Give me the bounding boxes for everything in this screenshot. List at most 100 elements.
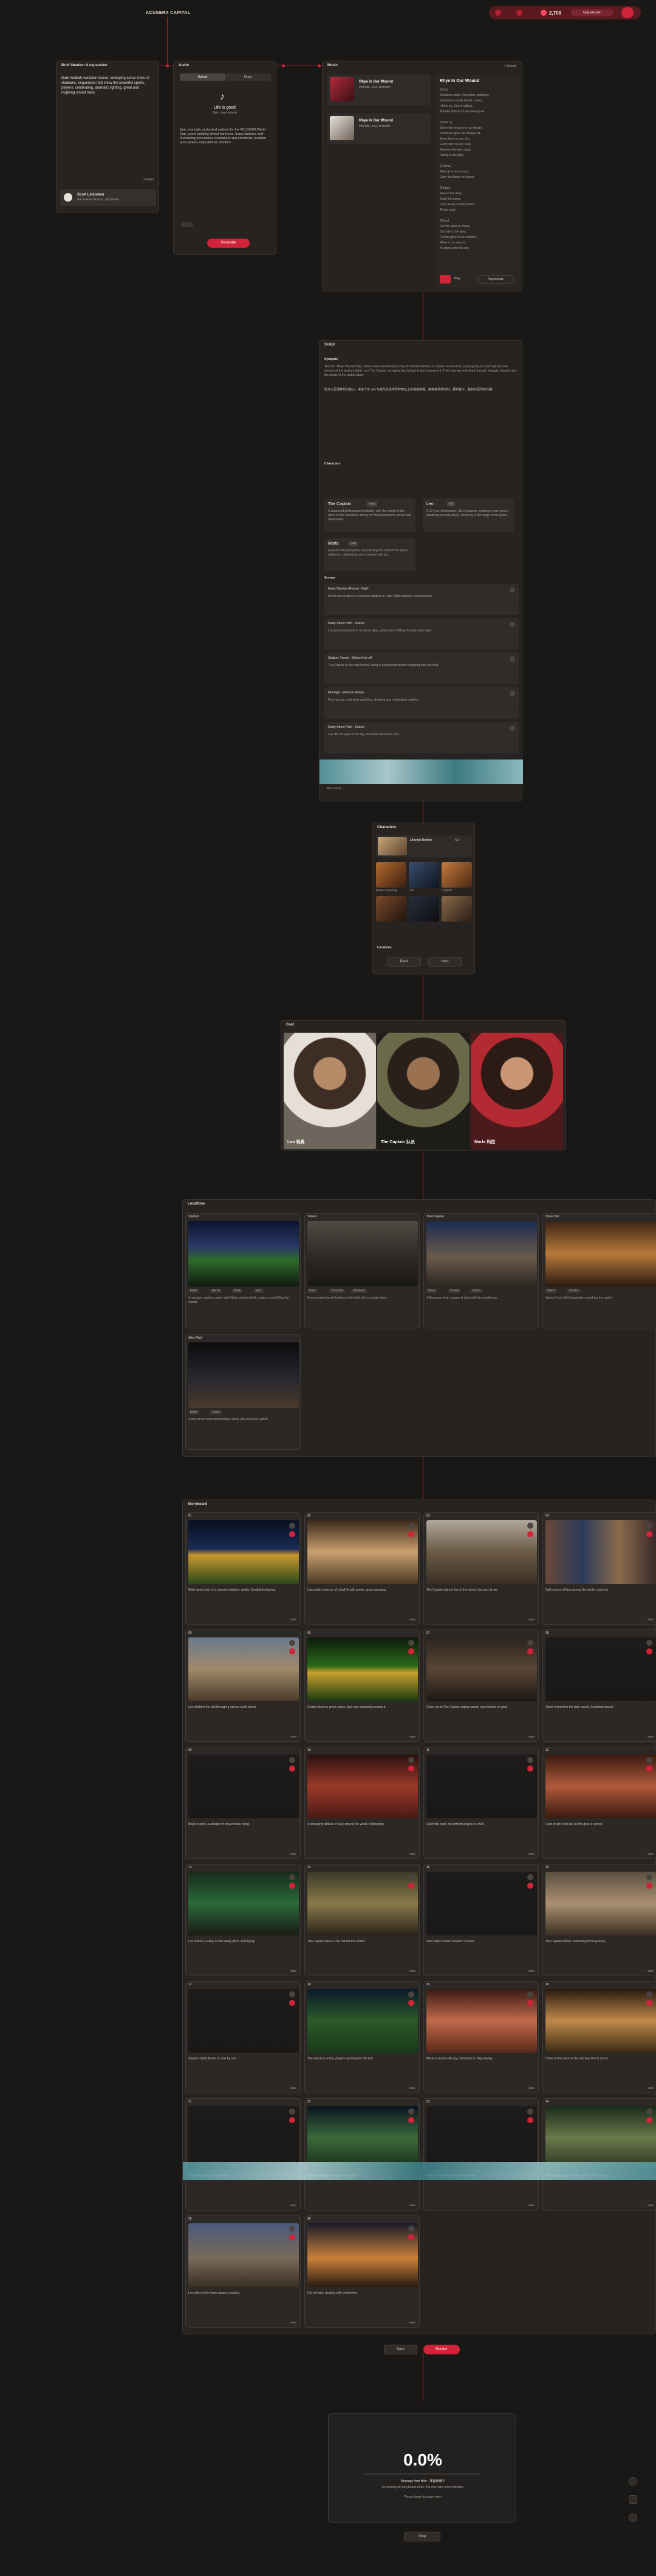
- more-icon[interactable]: [528, 2204, 535, 2206]
- more-icon[interactable]: [528, 1853, 535, 1855]
- shot-card[interactable]: 17 Stadium lights flicker on one by one.: [185, 1981, 301, 2093]
- record-icon[interactable]: [289, 2234, 295, 2240]
- character-card[interactable]: Leo Kid A 10-year-old dreamer, full of p…: [423, 498, 514, 532]
- storyboard-back-button[interactable]: Back: [384, 2345, 417, 2354]
- regenerate-icon[interactable]: [527, 1874, 533, 1880]
- record-icon[interactable]: [646, 1531, 652, 1537]
- character-grid-item[interactable]: [442, 896, 472, 922]
- record-icon[interactable]: [646, 1765, 652, 1772]
- synopsis-cn[interactable]: 影片以足球梦想为核心，讲述少年 Leo 与老队长在世界杯舞台上的情感旅程。两条故…: [324, 388, 518, 392]
- character-card[interactable]: The Captain Hero A seasoned professional…: [324, 498, 415, 532]
- shot-card[interactable]: 08 Silent moment in the dark tunnel, hear…: [542, 1630, 656, 1742]
- avatar[interactable]: [621, 7, 634, 18]
- regenerate-icon[interactable]: [289, 1640, 295, 1646]
- more-icon[interactable]: [409, 1619, 415, 1620]
- shot-card[interactable]: 25 Leo plays in the town square, inspired…: [185, 2215, 301, 2328]
- regenerate-icon[interactable]: [646, 1874, 652, 1880]
- shot-card[interactable]: 09 Black screen, a whisper of crowd noise…: [185, 1747, 301, 1859]
- regenerate-icon[interactable]: [408, 1757, 414, 1763]
- shot-card[interactable]: 02 Low angle close-up of a ball hit with …: [304, 1512, 420, 1625]
- shot-card[interactable]: 04 Split-screen of fans across the world,…: [542, 1512, 656, 1625]
- regenerate-icon[interactable]: [646, 1640, 652, 1646]
- cast-card-captain[interactable]: [377, 1033, 470, 1149]
- play-label[interactable]: Play: [454, 277, 460, 280]
- record-icon[interactable]: [289, 1531, 295, 1537]
- scene-item[interactable]: Grand Stadium Reveal - Night Aerial sweep…: [324, 583, 519, 615]
- stop-button[interactable]: Stop: [404, 2532, 440, 2541]
- shot-card[interactable]: 21Silence before the final whistle.: [185, 2098, 301, 2211]
- upgrade-plan-button[interactable]: Upgrade plan: [571, 9, 613, 16]
- regenerate-icon[interactable]: [646, 1991, 652, 1997]
- more-icon[interactable]: [528, 2087, 535, 2089]
- more-icon[interactable]: [409, 1970, 415, 1972]
- zoom-in-icon[interactable]: [629, 2477, 637, 2486]
- regenerate-icon[interactable]: [289, 1523, 295, 1529]
- record-icon[interactable]: [527, 2000, 533, 2006]
- fit-icon[interactable]: [629, 2495, 637, 2504]
- location-card[interactable]: Town Square Dusk Crowd Urban A European town…: [423, 1213, 539, 1328]
- brief-text[interactable]: Dark football invitation teaser, sweepin…: [61, 76, 152, 95]
- more-icon[interactable]: [290, 1736, 296, 1738]
- location-card[interactable]: Stadium Night Aerial Wide Epic A massive stad…: [185, 1213, 301, 1328]
- record-icon[interactable]: [289, 1648, 295, 1654]
- record-icon[interactable]: [527, 1765, 533, 1772]
- character-grid-item[interactable]: [409, 896, 439, 922]
- regenerate-icon[interactable]: [408, 2226, 414, 2232]
- record-icon[interactable]: [527, 1648, 533, 1654]
- location-card[interactable]: Alley Pitch Night Lamp A lone street lamp i…: [185, 1334, 301, 1450]
- record-icon[interactable]: [646, 1883, 652, 1889]
- synopsis-text[interactable]: The film "Rhye Wound" fully rooted in th…: [324, 365, 518, 378]
- regenerate-icon[interactable]: [527, 1757, 533, 1763]
- scene-add-icon[interactable]: [510, 691, 515, 696]
- location-card[interactable]: Tunnel Dark Concrete Dramatic Dim concrete t…: [304, 1213, 420, 1328]
- shot-card[interactable]: 12 Fans erupt in the bar as the goal is s…: [542, 1747, 656, 1859]
- character-card[interactable]: Marla Fan A passionate young fan, repres…: [324, 538, 415, 571]
- record-icon[interactable]: [408, 1531, 414, 1537]
- cast-card-leo[interactable]: [284, 1033, 376, 1149]
- more-icon[interactable]: [647, 2087, 654, 2089]
- regenerate-icon[interactable]: [646, 2109, 652, 2115]
- scene-add-icon[interactable]: [510, 587, 515, 593]
- regenerate-icon[interactable]: [408, 1874, 414, 1880]
- regenerate-icon[interactable]: [408, 2109, 414, 2115]
- more-icon[interactable]: [647, 1619, 654, 1620]
- shot-card[interactable]: 14 The Captain raises a fist toward the s…: [304, 1864, 420, 1976]
- record-icon[interactable]: [646, 2000, 652, 2006]
- next-button[interactable]: Next: [428, 957, 462, 967]
- shot-card[interactable]: 10 A sweeping tableau of fans around the …: [304, 1747, 420, 1859]
- record-icon[interactable]: [289, 1765, 295, 1772]
- more-icon[interactable]: [290, 1619, 296, 1620]
- regenerate-icon[interactable]: [646, 1523, 652, 1529]
- more-icon[interactable]: [409, 1853, 415, 1855]
- shot-card[interactable]: 24The Captain walks off the pitch, crowd…: [542, 2098, 656, 2211]
- add-scene-button[interactable]: Add scene: [327, 787, 341, 791]
- character-list-item[interactable]: Lifestyle Brother Kid: [376, 835, 472, 857]
- record-icon[interactable]: [408, 1883, 414, 1889]
- shot-card[interactable]: 13 Leo strikes a volley on the dusty pitc…: [185, 1864, 301, 1976]
- shot-card[interactable]: 22Team celebrates in a pile on the pitch…: [304, 2098, 420, 2211]
- record-icon[interactable]: [408, 1648, 414, 1654]
- scene-add-icon[interactable]: [510, 656, 515, 662]
- regenerate-icon[interactable]: [408, 1640, 414, 1646]
- record-icon[interactable]: [289, 2000, 295, 2006]
- more-icon[interactable]: [409, 2087, 415, 2089]
- record-icon[interactable]: [646, 1648, 652, 1654]
- track-item[interactable]: Rhye in Our Wound Intimate, soul, dramat…: [327, 75, 431, 105]
- regenerate-icon[interactable]: [646, 1757, 652, 1763]
- regenerate-icon[interactable]: [289, 2109, 295, 2115]
- back-button[interactable]: Back: [388, 957, 421, 967]
- agent-card[interactable]: Scott Lickloken Ad creative director, st…: [60, 189, 156, 206]
- shot-card[interactable]: 16 The Captain smiles, reflecting on his …: [542, 1864, 656, 1976]
- shot-card[interactable]: 03 The Captain stands firm in the tunnel,…: [423, 1512, 539, 1625]
- play-button[interactable]: [440, 275, 451, 284]
- more-icon[interactable]: [409, 2322, 415, 2323]
- record-icon[interactable]: [408, 1765, 414, 1772]
- tab-music[interactable]: Music: [225, 73, 271, 81]
- shot-card[interactable]: 26 City at night, glowing with celebratio…: [304, 2215, 420, 2328]
- shot-card[interactable]: 20 Close on the boot as the winning shot …: [542, 1981, 656, 2093]
- record-icon[interactable]: [527, 1531, 533, 1537]
- shot-card[interactable]: 11 Quiet title card, the anthem begins to…: [423, 1747, 539, 1859]
- record-icon[interactable]: [527, 1883, 533, 1889]
- record-icon[interactable]: [646, 2117, 652, 2123]
- record-icon[interactable]: [408, 2234, 414, 2240]
